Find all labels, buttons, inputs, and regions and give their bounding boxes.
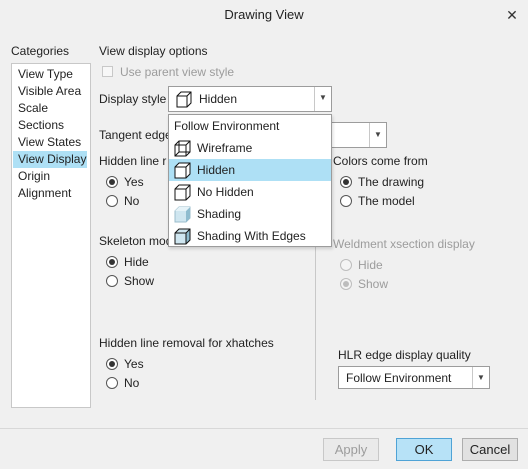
hidden-line-yes-label: Yes [124,175,144,189]
shading-edges-cube-icon [174,228,191,245]
hlr-edge-quality-combo[interactable]: Follow Environment ▼ [338,366,490,389]
category-origin[interactable]: Origin [13,168,87,185]
window-title: Drawing View [224,7,304,22]
colors-drawing-label: The drawing [358,175,425,189]
colors-model-label: The model [358,194,415,208]
skeleton-hide-radio[interactable] [106,256,118,268]
skeleton-model-label: Skeleton mod [99,234,173,248]
option-hidden[interactable]: Hidden [169,159,331,181]
xhatches-no-radio[interactable] [106,377,118,389]
hlr-edge-quality-label: HLR edge display quality [338,348,471,362]
hidden-line-removal-label: Hidden line r [99,154,167,168]
tangent-edges-label: Tangent edge [99,128,172,142]
option-follow-environment[interactable]: Follow Environment [169,115,331,137]
category-view-states[interactable]: View States [13,134,87,151]
xhatches-no-label: No [124,376,140,390]
weldment-show-radio[interactable] [340,278,352,290]
category-scale[interactable]: Scale [13,100,87,117]
hlr-xhatches-label: Hidden line removal for xhatches [99,336,274,350]
shading-cube-icon [174,206,191,223]
apply-button[interactable]: Apply [323,438,379,461]
option-label: No Hidden [197,185,254,199]
close-icon[interactable]: ✕ [503,6,521,24]
option-label: Shading With Edges [197,229,306,243]
cancel-button[interactable]: Cancel [462,438,518,461]
view-display-heading: View display options [99,44,208,58]
hidden-cube-icon [176,91,192,108]
title-bar: Drawing View ✕ [0,0,528,30]
option-wireframe[interactable]: Wireframe [169,137,331,159]
skeleton-show-label: Show [124,274,155,288]
option-shading-with-edges[interactable]: Shading With Edges [169,225,331,247]
option-label: Wireframe [197,141,253,155]
category-alignment[interactable]: Alignment [13,185,87,202]
weldment-xsection-label: Weldment xsection display [333,237,475,251]
option-no-hidden[interactable]: No Hidden [169,181,331,203]
option-label: Follow Environment [174,119,280,133]
category-sections[interactable]: Sections [13,117,87,134]
colors-come-from-label: Colors come from [333,154,428,168]
category-view-type[interactable]: View Type [13,66,87,83]
hidden-line-no-label: No [124,194,140,208]
option-shading[interactable]: Shading [169,203,331,225]
category-visible-area[interactable]: Visible Area [13,83,87,100]
category-view-display[interactable]: View Display [13,151,87,168]
option-label: Shading [197,207,242,221]
skeleton-hide-label: Hide [124,255,149,269]
display-style-dropdown: Follow Environment Wireframe Hidden No H… [168,114,332,247]
chevron-down-icon[interactable]: ▼ [369,123,386,147]
hlr-edge-quality-value: Follow Environment [346,371,452,385]
hidden-cube-icon [174,162,191,179]
colors-drawing-radio[interactable] [340,176,352,188]
weldment-show-label: Show [358,277,389,291]
display-style-label: Display style [99,92,167,106]
use-parent-style-checkbox[interactable] [102,66,113,77]
ok-button[interactable]: OK [396,438,452,461]
display-style-combo[interactable]: Hidden ▼ [168,86,332,112]
colors-model-radio[interactable] [340,195,352,207]
wireframe-cube-icon [174,140,191,157]
categories-heading: Categories [11,44,70,58]
option-label: Hidden [197,163,236,177]
xhatches-yes-radio[interactable] [106,358,118,370]
tangent-edges-combo[interactable]: ▼ [330,122,387,148]
weldment-hide-label: Hide [358,258,383,272]
xhatches-yes-label: Yes [124,357,144,371]
display-style-value: Hidden [199,92,238,106]
chevron-down-icon[interactable]: ▼ [472,367,489,388]
chevron-down-icon[interactable]: ▼ [314,87,331,111]
use-parent-style-label: Use parent view style [120,65,235,79]
weldment-hide-radio[interactable] [340,259,352,271]
hidden-line-no-radio[interactable] [106,195,118,207]
categories-list: View Type Visible Area Scale Sections Vi… [11,63,91,408]
no-hidden-cube-icon [174,184,191,201]
hidden-line-yes-radio[interactable] [106,176,118,188]
skeleton-show-radio[interactable] [106,275,118,287]
